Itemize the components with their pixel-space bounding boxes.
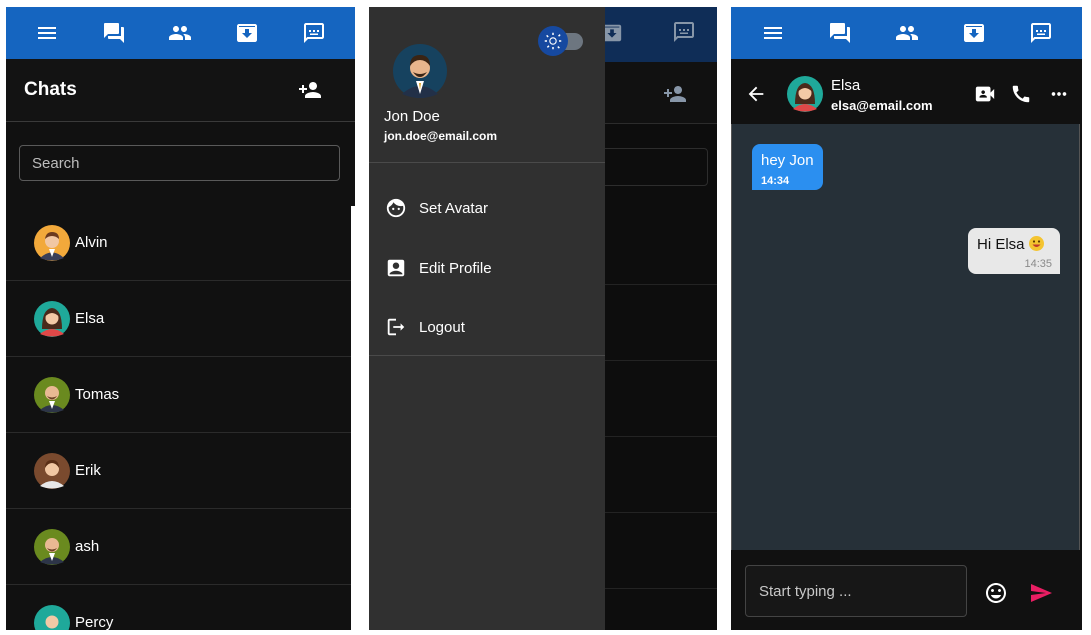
top-nav-bar (6, 7, 355, 59)
archive-icon[interactable] (961, 20, 987, 46)
logout-icon (385, 316, 407, 338)
divider (369, 355, 605, 356)
add-contact-icon[interactable] (298, 78, 322, 102)
face-icon (385, 197, 407, 219)
people-icon[interactable] (894, 20, 920, 46)
list-item[interactable]: Elsa (6, 281, 355, 357)
scroll-edge (351, 206, 355, 630)
chat-bubble-icon[interactable] (301, 20, 327, 46)
contact-name: Tomas (75, 386, 120, 403)
contact-card-icon (385, 257, 407, 279)
list-item[interactable]: Alvin (6, 205, 355, 281)
menu-item-label: Set Avatar (419, 200, 488, 217)
message-text-wrap: Hi Elsa (977, 236, 1044, 253)
chats-header: Chats (6, 59, 355, 122)
avatar-alvin (34, 225, 70, 261)
chat-bubble-icon (672, 20, 696, 44)
incoming-message[interactable]: hey Jon 14:34 (752, 144, 823, 190)
contact-email: elsa@email.com (831, 98, 933, 113)
grinning-face-icon (1028, 236, 1044, 251)
menu-item-label: Edit Profile (419, 260, 492, 277)
logout-menu-item[interactable]: Logout (369, 306, 605, 346)
contact-name: Percy (75, 614, 114, 630)
menu-icon[interactable] (760, 20, 786, 46)
conversation-header: Elsa elsa@email.com (731, 62, 1082, 123)
outgoing-message[interactable]: Hi Elsa 14:35 (968, 228, 1060, 274)
avatar-percy (34, 605, 70, 630)
side-drawer: Jon Doe jon.doe@email.com Set Avatar Edi… (369, 7, 605, 630)
composer: Start typing ... (731, 550, 1082, 630)
contact-name: Erik (75, 462, 101, 479)
people-icon[interactable] (167, 20, 193, 46)
send-icon[interactable] (1029, 581, 1053, 605)
list-item[interactable]: Percy (6, 585, 355, 630)
message-input-placeholder: Start typing ... (759, 583, 852, 600)
page-title: Chats (24, 79, 77, 100)
contact-name: Alvin (75, 234, 108, 251)
drawer-screen: Jon Doe jon.doe@email.com Set Avatar Edi… (369, 7, 717, 630)
conversation-screen: Elsa elsa@email.com hey Jon 14:34 Hi Els… (731, 7, 1082, 630)
avatar-erik (34, 453, 70, 489)
contact-name: ash (75, 538, 100, 555)
divider (604, 360, 717, 361)
divider (604, 436, 717, 437)
contact-list: Alvin Elsa Tomas Erik ash Percy (6, 205, 355, 630)
chat-list-screen: Chats Search Alvin Elsa Tomas Erik ash P… (6, 7, 355, 630)
divider (604, 284, 717, 285)
avatar-ash (34, 529, 70, 565)
list-item[interactable]: ash (6, 509, 355, 585)
avatar-elsa (34, 301, 70, 337)
edit-profile-menu-item[interactable]: Edit Profile (369, 247, 605, 287)
search-input[interactable]: Search (19, 145, 340, 181)
set-avatar-menu-item[interactable]: Set Avatar (369, 187, 605, 227)
sun-icon[interactable] (538, 26, 568, 56)
more-options-icon[interactable] (1048, 83, 1070, 105)
chats-icon[interactable] (827, 20, 853, 46)
divider (604, 512, 717, 513)
avatar-tomas (34, 377, 70, 413)
message-time: 14:34 (761, 175, 790, 187)
top-nav-bar (731, 7, 1082, 59)
back-arrow-icon[interactable] (745, 83, 767, 105)
archive-icon[interactable] (234, 20, 260, 46)
divider (604, 588, 717, 589)
add-contact-icon (663, 82, 687, 106)
avatar[interactable] (393, 44, 447, 98)
video-call-icon[interactable] (974, 83, 996, 105)
message-input[interactable]: Start typing ... (745, 565, 967, 617)
menu-icon[interactable] (34, 20, 60, 46)
emoji-picker-icon[interactable] (984, 581, 1008, 605)
avatar-elsa[interactable] (787, 76, 823, 112)
menu-item-label: Logout (419, 319, 465, 336)
divider (369, 162, 605, 163)
message-text: hey Jon (761, 152, 814, 169)
message-text: Hi Elsa (977, 236, 1025, 253)
contact-name: Elsa (75, 310, 105, 327)
chat-bubble-icon[interactable] (1028, 20, 1054, 46)
phone-icon[interactable] (1010, 83, 1032, 105)
chats-icon[interactable] (101, 20, 127, 46)
user-email: jon.doe@email.com (384, 129, 498, 143)
user-name: Jon Doe (384, 108, 440, 125)
message-area[interactable]: hey Jon 14:34 Hi Elsa 14:35 (731, 124, 1080, 550)
list-item[interactable]: Tomas (6, 357, 355, 433)
message-time: 14:35 (1024, 258, 1052, 270)
list-item[interactable]: Erik (6, 433, 355, 509)
contact-name: Elsa (831, 77, 861, 94)
